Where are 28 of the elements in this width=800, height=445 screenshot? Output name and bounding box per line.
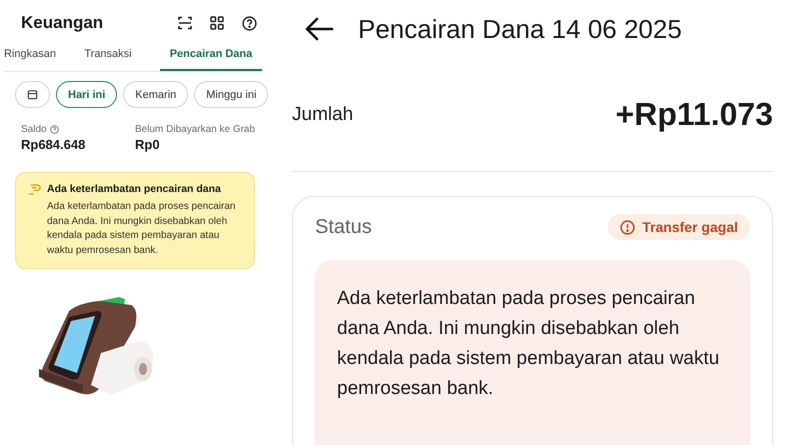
amount-label: Jumlah <box>292 104 354 126</box>
tab[interactable]: Ringkasan <box>4 46 56 71</box>
calendar-icon <box>27 89 38 100</box>
help-icon[interactable] <box>50 125 59 134</box>
balance-value: Rp684.648 <box>21 137 86 152</box>
tab[interactable]: Transaksi <box>84 46 132 71</box>
back-button[interactable] <box>304 17 334 41</box>
alert-icon <box>620 220 636 234</box>
page-title: Pencairan Dana 14 06 2025 <box>358 14 682 44</box>
balance-label: Belum Dibayarkan ke Grab <box>135 124 256 135</box>
status-message: Ada keterlambatan pada proses pencairan dana Anda. Ini mungkin disebabkan oleh kendala pada sistem pembayaran atau waktu pemrosesan bank. <box>315 260 750 445</box>
date-picker-chip[interactable] <box>15 81 50 108</box>
delay-icon <box>28 184 41 195</box>
alert-message: Ada keterlambatan pada proses pencairan dana Anda. Ini mungkin disebabkan oleh kendala pada sistem pembayaran atau waktu pemrosesan bank. <box>47 200 236 258</box>
balance-value: Rp0 <box>135 137 161 152</box>
status-badge: Transfer gagal <box>608 214 750 240</box>
date-filter-chip[interactable]: Kemarin <box>123 81 188 108</box>
date-filter-chip[interactable]: Hari ini <box>56 81 118 108</box>
balance-label: Saldo <box>21 124 47 135</box>
scan-button[interactable] <box>176 14 194 32</box>
amount-value: +Rp11.073 <box>616 96 773 133</box>
alert-title: Ada keterlambatan pencairan dana <box>47 183 222 195</box>
date-filter-chip[interactable]: Minggu ini <box>194 81 268 108</box>
tab[interactable]: Pencairan Dana <box>160 46 262 71</box>
qr-code-button[interactable] <box>208 14 226 32</box>
page-title: Keuangan <box>21 13 104 33</box>
status-label: Status <box>315 216 372 238</box>
help-button[interactable] <box>240 14 258 32</box>
